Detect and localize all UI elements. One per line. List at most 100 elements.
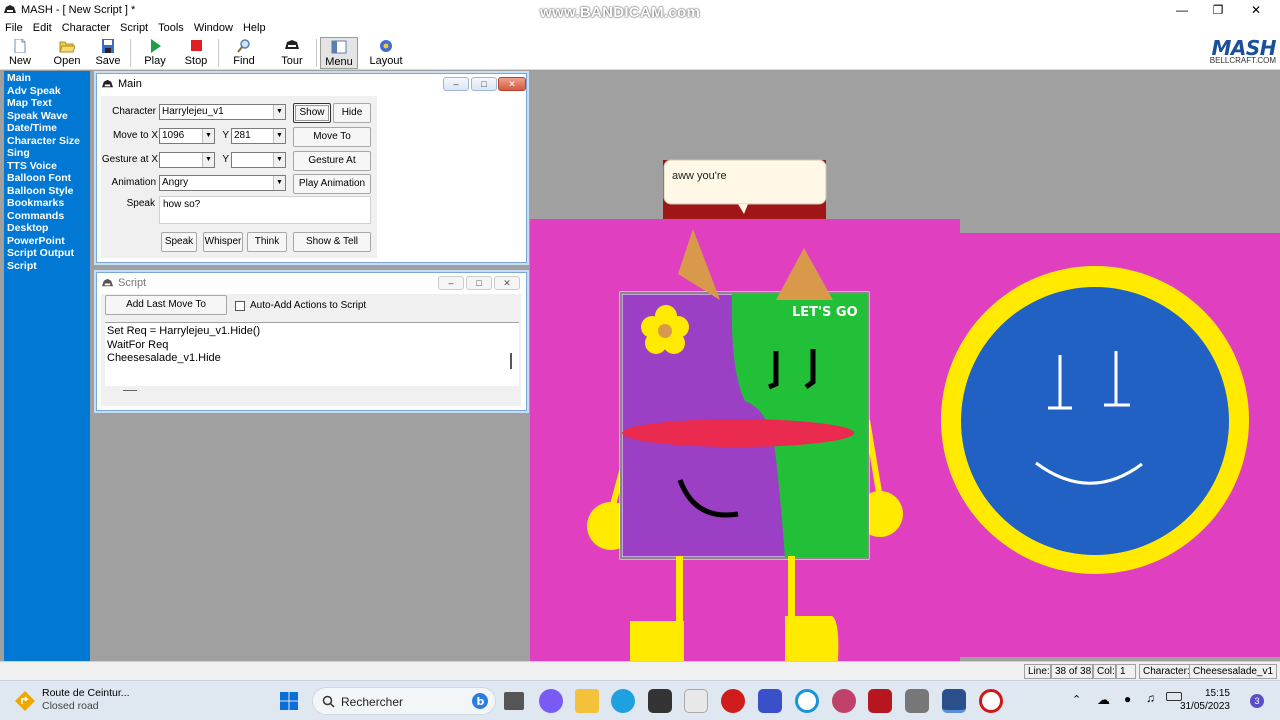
- menu-edit[interactable]: Edit: [28, 22, 57, 34]
- show-button[interactable]: Show: [293, 103, 331, 123]
- blue-sun-character[interactable]: [941, 266, 1249, 574]
- play-button[interactable]: Play: [136, 37, 174, 69]
- stop-button[interactable]: Stop: [177, 37, 215, 69]
- mash-taskbar-icon[interactable]: [942, 689, 966, 713]
- mcafee-icon[interactable]: [868, 689, 892, 713]
- menu-help[interactable]: Help: [238, 22, 271, 34]
- script-editor[interactable]: Set Req = Harrylejeu_v1.Hide() WaitFor R…: [105, 322, 519, 386]
- sidebar-item-commands[interactable]: Commands: [4, 210, 90, 223]
- brand-sub-text: BELLCRAFT.COM: [1209, 56, 1276, 65]
- menu-tools[interactable]: Tools: [153, 22, 189, 34]
- speaker-icon[interactable]: ♫: [1146, 691, 1155, 705]
- tour-button[interactable]: Tour: [273, 37, 311, 69]
- new-file-icon: [14, 39, 26, 53]
- gesture-y-label: Y: [222, 154, 229, 165]
- cortana-icon[interactable]: [795, 689, 819, 713]
- find-button[interactable]: Find: [225, 37, 263, 69]
- sidebar-item-desktop[interactable]: Desktop: [4, 222, 90, 235]
- character-select[interactable]: Harrylejeu_v1 ▼: [159, 104, 286, 120]
- save-button[interactable]: Save: [89, 37, 127, 69]
- auto-add-checkbox[interactable]: [235, 301, 245, 311]
- traffic-notification[interactable]: Route de Ceintur... Closed road: [42, 687, 130, 713]
- sidebar-item-powerpoint[interactable]: PowerPoint: [4, 235, 90, 248]
- editor-hscroll-thumb[interactable]: [123, 390, 137, 391]
- gesture-at-button[interactable]: Gesture At: [293, 151, 371, 171]
- add-last-move-to-button[interactable]: Add Last Move To: [105, 295, 227, 315]
- main-minimize-button[interactable]: –: [443, 77, 469, 91]
- gesture-x-input[interactable]: ▼: [159, 152, 215, 168]
- wifi-icon[interactable]: ●: [1124, 692, 1131, 706]
- maximize-button[interactable]: ❐: [1200, 0, 1236, 20]
- taskbar-search[interactable]: Rechercher b: [312, 687, 496, 715]
- sidebar-item-tts-voice[interactable]: TTS Voice: [4, 160, 90, 173]
- move-to-x-input[interactable]: 1096 ▼: [159, 128, 215, 144]
- editor-scrollbar[interactable]: [510, 353, 512, 369]
- menu-file[interactable]: File: [0, 22, 28, 34]
- hide-button[interactable]: Hide: [333, 103, 371, 123]
- sidebar-item-balloon-style[interactable]: Balloon Style: [4, 185, 90, 198]
- speak-button[interactable]: Speak: [161, 232, 197, 252]
- sidebar-item-script-output[interactable]: Script Output: [4, 247, 90, 260]
- menu-script[interactable]: Script: [115, 22, 153, 34]
- sidebar-item-bookmarks[interactable]: Bookmarks: [4, 197, 90, 210]
- menu-toggle-button[interactable]: Menu: [320, 37, 358, 69]
- paint-app-icon[interactable]: [758, 689, 782, 713]
- sidebar-item-character-size[interactable]: Character Size: [4, 135, 90, 148]
- teams-chat-icon[interactable]: [539, 689, 563, 713]
- move-to-y-input[interactable]: 281 ▼: [231, 128, 286, 144]
- close-icon: ✕: [503, 277, 511, 288]
- sidebar-item-main[interactable]: Main: [4, 72, 90, 85]
- open-button[interactable]: Open: [48, 37, 86, 69]
- system-clock[interactable]: 15:15 31/05/2023: [1180, 687, 1230, 713]
- script-restore-button[interactable]: □: [466, 276, 492, 290]
- script-line: Set Req = Harrylejeu_v1.Hide(): [107, 325, 261, 337]
- stop-label: Stop: [184, 55, 208, 67]
- windows-start-icon[interactable]: [279, 691, 299, 711]
- folder-open-icon: [59, 41, 75, 53]
- sidebar-item-date-time[interactable]: Date/Time: [4, 122, 90, 135]
- animation-select-value: Angry: [162, 177, 189, 188]
- bing-icon: b: [472, 693, 488, 709]
- col-label: Col:: [1093, 664, 1116, 679]
- minimize-button[interactable]: —: [1164, 0, 1200, 20]
- chat-app-icon[interactable]: [832, 689, 856, 713]
- main-restore-button[interactable]: □: [471, 77, 497, 91]
- gesture-y-input[interactable]: ▼: [231, 152, 286, 168]
- sidebar-item-speak-wave[interactable]: Speak Wave: [4, 110, 90, 123]
- speak-text-input[interactable]: how so?: [159, 196, 371, 224]
- cloud-icon[interactable]: ☁: [1097, 692, 1110, 708]
- layout-button[interactable]: Layout: [367, 37, 405, 69]
- chevron-up-icon[interactable]: ⌃: [1072, 693, 1081, 706]
- sidebar-item-adv-speak[interactable]: Adv Speak: [4, 85, 90, 98]
- whisper-button[interactable]: Whisper: [203, 232, 243, 252]
- sidebar-item-script[interactable]: Script: [4, 260, 90, 273]
- notification-badge[interactable]: 3: [1250, 694, 1264, 708]
- animation-select[interactable]: Angry ▼: [159, 175, 286, 191]
- think-button[interactable]: Think: [247, 232, 287, 252]
- move-to-button[interactable]: Move To: [293, 127, 371, 147]
- app-icon-dark[interactable]: [648, 689, 672, 713]
- roblox-icon[interactable]: [905, 689, 929, 713]
- traffic-alert-icon[interactable]: [14, 690, 36, 712]
- bandicam-record-icon[interactable]: [979, 689, 1003, 713]
- menu-character[interactable]: Character: [57, 22, 115, 34]
- sidebar-item-map-text[interactable]: Map Text: [4, 97, 90, 110]
- play-animation-button[interactable]: Play Animation: [293, 174, 371, 194]
- main-close-button[interactable]: ✕: [498, 77, 526, 91]
- sidebar-item-balloon-font[interactable]: Balloon Font: [4, 172, 90, 185]
- sidebar-item-sing[interactable]: Sing: [4, 147, 90, 160]
- tour-label: Tour: [281, 55, 303, 67]
- file-explorer-icon[interactable]: [575, 689, 599, 713]
- store-icon[interactable]: [684, 689, 708, 713]
- opera-icon[interactable]: [721, 689, 745, 713]
- close-button[interactable]: ✕: [1238, 0, 1274, 20]
- restore-icon: □: [481, 79, 487, 89]
- notification-title: Route de Ceintur...: [42, 687, 130, 699]
- script-minimize-button[interactable]: –: [438, 276, 464, 290]
- show-and-tell-button[interactable]: Show & Tell: [293, 232, 371, 252]
- menu-window[interactable]: Window: [189, 22, 238, 34]
- task-view-icon[interactable]: [504, 692, 524, 710]
- edge-icon[interactable]: [611, 689, 635, 713]
- script-close-button[interactable]: ✕: [494, 276, 520, 290]
- new-button[interactable]: New: [1, 37, 39, 69]
